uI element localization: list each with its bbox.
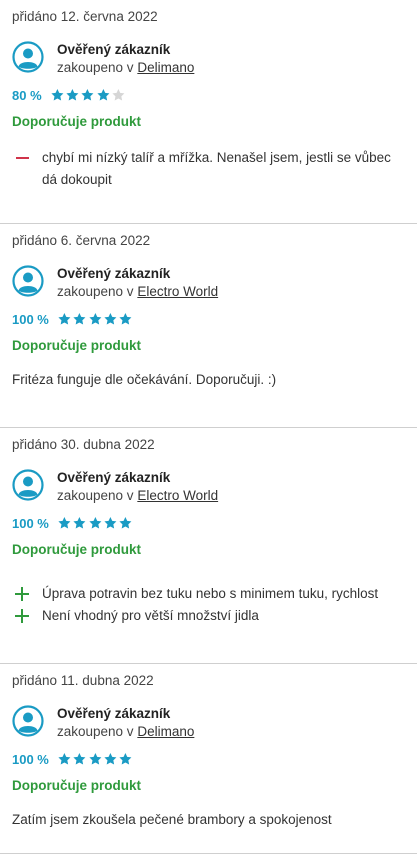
star-rating xyxy=(57,516,134,530)
star-filled-icon xyxy=(89,517,102,529)
review-author: Ověřený zákazník zakoupeno v Delimano xyxy=(12,41,405,79)
author-name: Ověřený zákazník xyxy=(57,266,171,281)
pros-list: Úprava potravin bez tuku nebo s minimem … xyxy=(12,583,405,627)
star-filled-icon xyxy=(104,313,117,325)
star-filled-icon xyxy=(73,313,86,325)
author-name: Ověřený zákazník xyxy=(57,42,171,57)
review-author: Ověřený zákazník zakoupeno v Electro Wor… xyxy=(12,265,405,303)
star-filled-icon xyxy=(97,89,110,101)
star-filled-icon xyxy=(73,753,86,765)
star-rating xyxy=(57,752,134,766)
cons-list: chybí mi nízký talíř a mřížka. Nenašel j… xyxy=(12,147,405,191)
minus-icon xyxy=(12,147,42,169)
bought-prefix: zakoupeno v xyxy=(57,60,134,75)
star-filled-icon xyxy=(58,313,71,325)
rating-percent: 80 % xyxy=(12,87,42,103)
star-rating xyxy=(50,88,127,102)
star-filled-icon xyxy=(51,89,64,101)
shop-link[interactable]: Delimano xyxy=(137,724,194,739)
star-filled-icon xyxy=(104,753,117,765)
star-filled-icon xyxy=(104,517,117,529)
star-filled-icon xyxy=(73,517,86,529)
bought-in: zakoupeno v Electro World xyxy=(57,282,218,301)
review-date: přidáno 30. dubna 2022 xyxy=(12,437,155,452)
star-filled-icon xyxy=(66,89,79,101)
star-filled-icon xyxy=(119,313,132,325)
shop-link[interactable]: Electro World xyxy=(137,488,218,503)
review-card: přidáno 11. dubna 2022 Ověřený zákazník … xyxy=(0,664,417,854)
pro-text: Úprava potravin bez tuku nebo s minimem … xyxy=(42,586,379,601)
bought-prefix: zakoupeno v xyxy=(57,724,134,739)
review-card: přidáno 6. června 2022 Ověřený zákazník … xyxy=(0,224,417,428)
shop-link[interactable]: Delimano xyxy=(137,60,194,75)
star-filled-icon xyxy=(89,313,102,325)
rating-percent: 100 % xyxy=(12,515,49,531)
pro-item: Úprava potravin bez tuku nebo s minimem … xyxy=(12,583,405,605)
review-date: přidáno 11. dubna 2022 xyxy=(12,673,154,688)
star-filled-icon xyxy=(119,753,132,765)
review-date: přidáno 6. června 2022 xyxy=(12,233,151,248)
rating: 100 % xyxy=(12,750,405,768)
author-name: Ověřený zákazník xyxy=(57,470,171,485)
user-avatar-icon xyxy=(12,469,44,501)
star-filled-icon xyxy=(81,89,94,101)
star-filled-icon xyxy=(119,517,132,529)
star-rating xyxy=(57,312,134,326)
star-filled-icon xyxy=(58,753,71,765)
shop-link[interactable]: Electro World xyxy=(137,284,218,299)
pro-item: Není vhodný pro větší množství jidla xyxy=(12,605,405,627)
review-card: přidáno 12. června 2022 Ověřený zákazník… xyxy=(0,0,417,224)
author-name: Ověřený zákazník xyxy=(57,706,171,721)
rating: 100 % xyxy=(12,514,405,532)
review-text: Zatím jsem zkoušela pečené brambory a sp… xyxy=(12,812,332,827)
rating-percent: 100 % xyxy=(12,751,49,767)
rating-percent: 100 % xyxy=(12,311,49,327)
user-avatar-icon xyxy=(12,41,44,73)
review-date: přidáno 12. června 2022 xyxy=(12,9,158,24)
review-author: Ověřený zákazník zakoupeno v Delimano xyxy=(12,705,405,743)
con-text: chybí mi nízký talíř a mřížka. Nenašel j… xyxy=(42,150,391,187)
bought-in: zakoupeno v Electro World xyxy=(57,486,218,505)
plus-icon xyxy=(12,583,42,605)
user-avatar-icon xyxy=(12,705,44,737)
plus-icon xyxy=(12,605,42,627)
pro-text: Není vhodný pro větší množství jidla xyxy=(42,608,259,623)
bought-in: zakoupeno v Delimano xyxy=(57,58,194,77)
recommend-label: Doporučuje produkt xyxy=(12,338,141,353)
review-author: Ověřený zákazník zakoupeno v Electro Wor… xyxy=(12,469,405,507)
recommend-label: Doporučuje produkt xyxy=(12,542,141,557)
bought-in: zakoupeno v Delimano xyxy=(57,722,194,741)
star-filled-icon xyxy=(89,753,102,765)
recommend-label: Doporučuje produkt xyxy=(12,778,141,793)
star-empty-icon xyxy=(112,89,125,101)
bought-prefix: zakoupeno v xyxy=(57,284,134,299)
recommend-label: Doporučuje produkt xyxy=(12,114,141,129)
con-item: chybí mi nízký talíř a mřížka. Nenašel j… xyxy=(12,147,405,191)
review-text: Fritéza funguje dle očekávání. Doporučuj… xyxy=(12,372,277,387)
rating: 100 % xyxy=(12,310,405,328)
star-filled-icon xyxy=(58,517,71,529)
rating: 80 % xyxy=(12,86,405,104)
review-card: přidáno 30. dubna 2022 Ověřený zákazník … xyxy=(0,428,417,664)
bought-prefix: zakoupeno v xyxy=(57,488,134,503)
user-avatar-icon xyxy=(12,265,44,297)
